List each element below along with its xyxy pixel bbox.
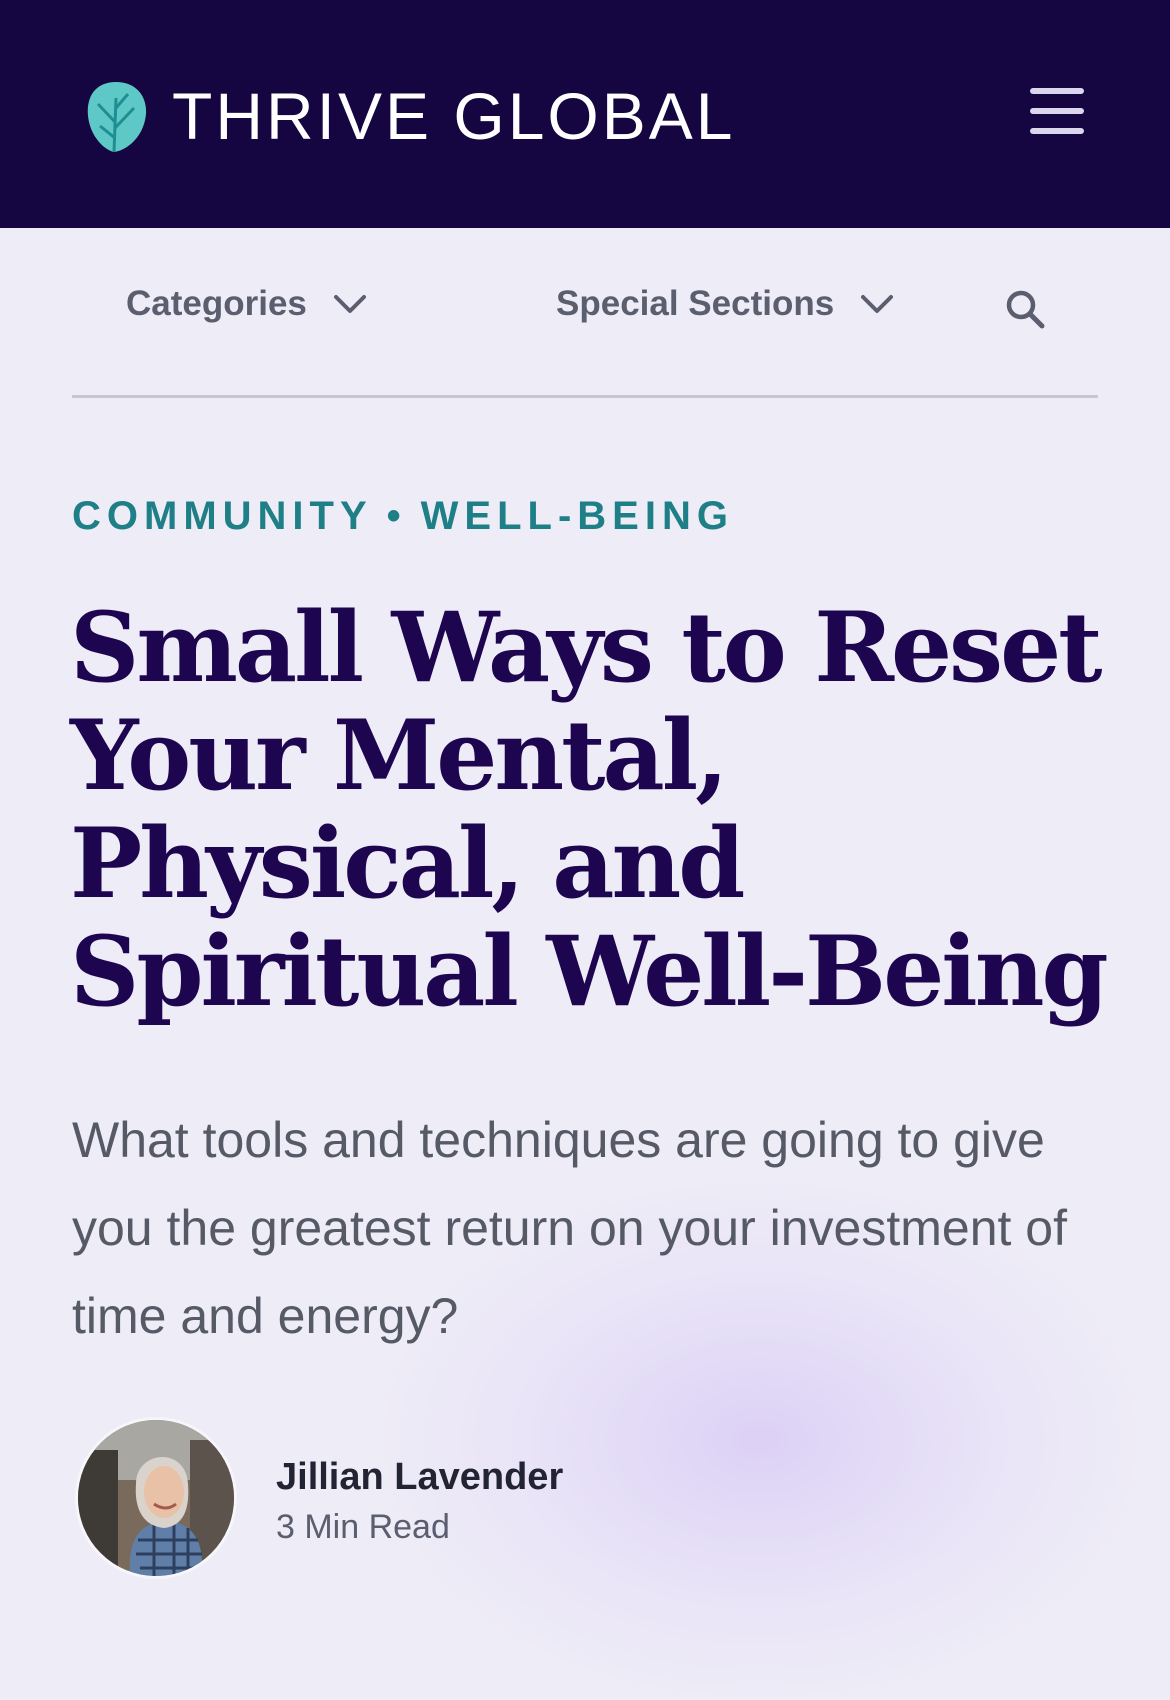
site-header: THRIVE GLOBAL [0,0,1170,228]
categories-label: Categories [126,284,307,323]
search-icon[interactable] [1004,288,1046,330]
categories-dropdown[interactable]: Categories [126,284,367,324]
nav-divider [72,395,1098,398]
title-line: Your Mental, [70,699,729,812]
hamburger-menu-icon[interactable] [1030,86,1088,136]
category-wellbeing-link[interactable]: WELL-BEING [421,494,734,538]
article-title: Small Ways to Reset Your Mental, Physica… [70,594,1130,1026]
home-logo-link[interactable]: THRIVE GLOBAL [84,78,736,154]
title-line: Spiritual Well-Being [70,915,1109,1028]
article-subtitle: What tools and techniques are going to g… [72,1112,1067,1344]
author-photo [78,1420,234,1576]
read-time: 3 Min Read [276,1508,450,1546]
author-name[interactable]: Jillian Lavender [276,1456,563,1499]
title-line: Small Ways to Reset [70,591,1103,704]
chevron-down-icon [333,295,366,313]
author-avatar[interactable] [78,1420,234,1576]
section-nav: Categories Special Sections [0,228,1170,398]
category-community-link[interactable]: COMMUNITY [72,494,373,538]
title-line: Physical, and [70,807,745,920]
category-separator: • [386,494,407,538]
chevron-down-icon [861,295,894,313]
brand-name: THRIVE GLOBAL [172,79,736,153]
article-categories: COMMUNITY • WELL-BEING [72,494,734,539]
special-sections-dropdown[interactable]: Special Sections [556,284,894,324]
leaf-logo-icon [87,82,147,153]
special-sections-label: Special Sections [556,284,835,323]
